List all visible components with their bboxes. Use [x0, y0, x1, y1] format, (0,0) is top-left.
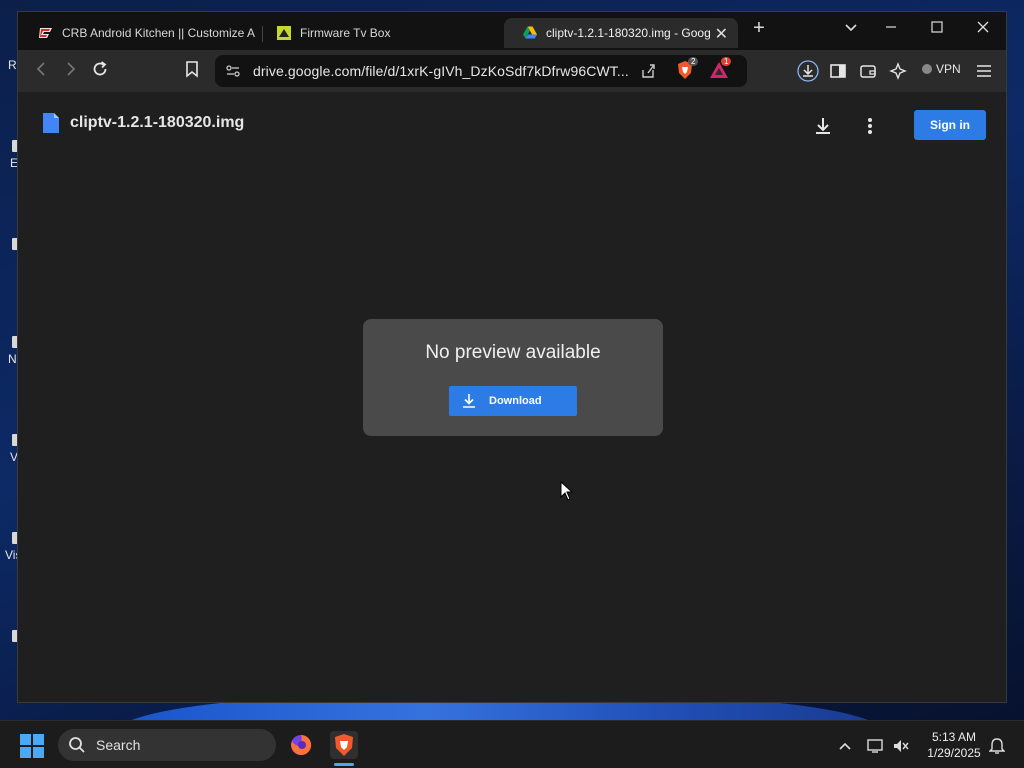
tab-bar: CRB Android Kitchen || Customize A Firmw…	[18, 12, 1006, 50]
close-window-icon[interactable]	[968, 20, 998, 39]
tab-google-drive-file[interactable]: cliptv-1.2.1-180320.img - Goog ✕	[504, 18, 738, 48]
tab-label: Firmware Tv Box	[300, 26, 391, 40]
rewards-badge: 1	[721, 57, 732, 66]
url-text[interactable]: drive.google.com/file/d/1xrK-gIVh_DzKoSd…	[253, 63, 629, 79]
volume-muted-icon[interactable]	[892, 737, 910, 755]
tab-firmware-tv-box[interactable]: Firmware Tv Box	[258, 18, 498, 48]
more-options-icon[interactable]	[858, 114, 882, 138]
desktop-label-1: R	[8, 58, 17, 72]
show-hidden-icons-chevron-icon[interactable]	[836, 737, 854, 755]
site-settings-icon[interactable]	[225, 63, 241, 79]
new-tab-button[interactable]: +	[744, 17, 774, 40]
desktop-label-3: N	[8, 352, 17, 366]
download-button[interactable]: Download	[449, 386, 577, 416]
file-icon	[43, 113, 59, 133]
downloads-icon[interactable]	[796, 59, 820, 83]
vpn-status-icon	[922, 64, 932, 74]
taskbar: Search 5:13 AM 1/29/2025	[0, 720, 1024, 768]
no-preview-message: No preview available	[425, 342, 601, 363]
search-placeholder: Search	[96, 737, 141, 753]
menu-hamburger-icon[interactable]	[972, 59, 996, 83]
reload-icon[interactable]	[88, 60, 112, 84]
brave-rewards-icon[interactable]: 1	[709, 57, 732, 82]
tab-search-chevron-icon[interactable]	[836, 20, 866, 39]
network-icon[interactable]	[866, 737, 884, 755]
download-arrow-icon	[463, 394, 475, 408]
vpn-label: VPN	[936, 62, 961, 76]
taskbar-search-box[interactable]: Search	[58, 729, 276, 761]
file-name: cliptv-1.2.1-180320.img	[70, 114, 245, 131]
tab-label: CRB Android Kitchen || Customize A	[62, 26, 255, 40]
browser-window: CRB Android Kitchen || Customize A Firmw…	[17, 11, 1007, 703]
firmware-site-icon	[277, 26, 291, 40]
maximize-window-icon[interactable]	[922, 20, 952, 39]
system-clock[interactable]: 5:13 AM 1/29/2025	[920, 729, 988, 761]
mouse-cursor-icon	[560, 481, 574, 501]
share-icon[interactable]	[639, 62, 657, 80]
active-app-indicator	[334, 763, 354, 766]
brave-browser-icon[interactable]	[330, 731, 358, 759]
close-tab-icon[interactable]: ✕	[715, 24, 728, 44]
bookmark-icon[interactable]	[180, 60, 204, 84]
firefox-icon[interactable]	[287, 731, 315, 759]
leo-ai-icon[interactable]	[886, 59, 910, 83]
search-icon	[69, 737, 85, 753]
crb-logo-icon	[39, 28, 52, 38]
google-drive-icon	[523, 26, 537, 39]
sidebar-toggle-icon[interactable]	[826, 59, 850, 83]
clock-date: 1/29/2025	[927, 746, 981, 760]
download-button-label: Download	[489, 395, 542, 407]
minimize-window-icon[interactable]	[876, 20, 906, 39]
back-arrow-icon[interactable]	[30, 60, 54, 84]
tab-label: cliptv-1.2.1-180320.img - Goog	[546, 26, 711, 40]
browser-toolbar: drive.google.com/file/d/1xrK-gIVh_DzKoSd…	[18, 50, 1006, 92]
notification-bell-icon[interactable]	[988, 737, 1006, 755]
shields-count-badge: 2	[688, 57, 699, 66]
file-header: cliptv-1.2.1-180320.img	[42, 112, 244, 134]
brave-shields-icon[interactable]: 2	[675, 57, 699, 82]
drive-file-viewer: cliptv-1.2.1-180320.img Sign in No previ…	[18, 92, 1006, 702]
download-icon[interactable]	[811, 114, 835, 138]
wallet-icon[interactable]	[856, 59, 880, 83]
vpn-button[interactable]: VPN	[922, 62, 961, 76]
address-bar[interactable]: drive.google.com/file/d/1xrK-gIVh_DzKoSd…	[215, 55, 747, 87]
sign-in-button[interactable]: Sign in	[914, 110, 986, 140]
tab-crb-android-kitchen[interactable]: CRB Android Kitchen || Customize A	[20, 18, 258, 48]
no-preview-card: No preview available Download	[363, 319, 663, 436]
forward-arrow-icon[interactable]	[58, 60, 82, 84]
clock-time: 5:13 AM	[931, 730, 977, 744]
windows-start-icon[interactable]	[20, 734, 44, 758]
